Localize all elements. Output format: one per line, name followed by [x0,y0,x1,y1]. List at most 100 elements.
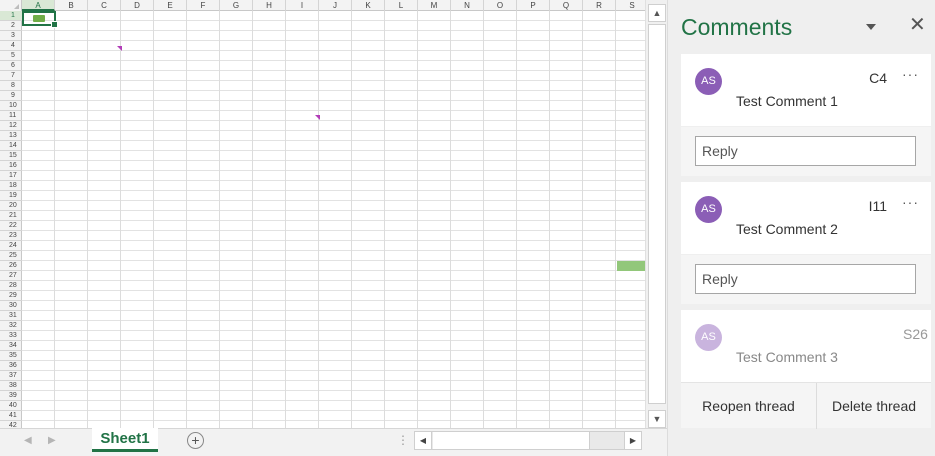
row-header-17[interactable]: 17 [0,171,22,181]
spreadsheet-grid[interactable]: ABCDEFGHIJKLMNOPQRS 1 2 3 4 5 6 7 8 9 10 11 12 13 14 1… [0,0,645,428]
comment-cell-ref[interactable]: S26 [903,326,931,342]
scroll-right-button[interactable]: ▶ [624,431,642,450]
row-header-32[interactable]: 32 [0,321,22,331]
cell-grid[interactable] [22,11,645,428]
column-header-c[interactable]: C [88,0,121,11]
row-header-10[interactable]: 10 [0,101,22,111]
row-header-33[interactable]: 33 [0,331,22,341]
tab-prev-icon[interactable]: ◀ [24,435,32,446]
close-icon[interactable]: ✕ [909,13,926,37]
sheet-tab[interactable]: Sheet1 [92,428,158,452]
row-header-11[interactable]: 11 [0,111,22,121]
comment-text: Test Comment 2 [736,221,838,237]
select-all-corner[interactable] [0,0,22,11]
column-header-bar: ABCDEFGHIJKLMNOPQRS [0,0,645,11]
row-header-40[interactable]: 40 [0,401,22,411]
chevron-down-icon[interactable] [866,24,876,30]
reply-area [681,127,931,176]
row-header-31[interactable]: 31 [0,311,22,321]
column-header-b[interactable]: B [55,0,88,11]
pane-title: Comments [681,14,793,40]
horizontal-scrollbar[interactable]: ◀ ▶ [414,431,642,450]
scroll-left-button[interactable]: ◀ [414,431,432,450]
row-header-35[interactable]: 35 [0,351,22,361]
column-header-s[interactable]: S [616,0,645,11]
row-header-12[interactable]: 12 [0,121,22,131]
row-header-3[interactable]: 3 [0,31,22,41]
reply-input[interactable] [695,136,916,166]
column-header-f[interactable]: F [187,0,220,11]
vertical-scrollbar[interactable]: ▲ ▼ [645,0,667,431]
comment-indicator-i11[interactable] [315,115,320,120]
tab-split-handle[interactable]: ⋮ [397,433,409,447]
reopen-thread-button[interactable]: Reopen thread [681,383,817,429]
row-header-1[interactable]: 1 [0,11,22,21]
column-header-r[interactable]: R [583,0,616,11]
row-header-28[interactable]: 28 [0,281,22,291]
row-header-16[interactable]: 16 [0,161,22,171]
tab-next-icon[interactable]: ▶ [48,435,56,446]
row-header-2[interactable]: 2 [0,21,22,31]
row-header-30[interactable]: 30 [0,301,22,311]
cell-s26-highlight[interactable] [617,261,645,271]
row-header-39[interactable]: 39 [0,391,22,401]
comment-cell-ref[interactable]: C4 [869,70,887,86]
column-header-a[interactable]: A [22,0,55,11]
row-header-19[interactable]: 19 [0,191,22,201]
vertical-scroll-thumb[interactable] [648,24,666,404]
row-header-26[interactable]: 26 [0,261,22,271]
scroll-down-button[interactable]: ▼ [648,410,666,428]
comment-card[interactable]: AS C4 ··· Test Comment 1 [681,54,931,126]
row-header-8[interactable]: 8 [0,81,22,91]
row-header-36[interactable]: 36 [0,361,22,371]
row-header-bar: 1 2 3 4 5 6 7 8 9 10 11 12 13 14 15 16 17 18 19 20 21 22 23 24 2… [0,11,22,428]
add-sheet-icon[interactable]: + [187,432,204,449]
row-header-15[interactable]: 15 [0,151,22,161]
comment-card[interactable]: AS I11 ··· Test Comment 2 [681,182,931,254]
comment-cell-ref[interactable]: I11 [869,198,887,214]
more-options-icon[interactable]: ··· [902,194,919,210]
comments-pane: Comments ✕ AS C4 ··· Test Comment 1 AS I… [667,0,935,456]
row-header-25[interactable]: 25 [0,251,22,261]
column-header-p[interactable]: P [517,0,550,11]
row-header-21[interactable]: 21 [0,211,22,221]
row-header-38[interactable]: 38 [0,381,22,391]
resolved-comment-card[interactable]: AS S26 Test Comment 3 [681,310,931,382]
row-header-42[interactable]: 42 [0,421,22,428]
column-header-m[interactable]: M [418,0,451,11]
row-header-7[interactable]: 7 [0,71,22,81]
row-header-41[interactable]: 41 [0,411,22,421]
row-header-34[interactable]: 34 [0,341,22,351]
delete-thread-button[interactable]: Delete thread [817,383,931,429]
column-header-q[interactable]: Q [550,0,583,11]
column-header-k[interactable]: K [352,0,385,11]
scroll-up-button[interactable]: ▲ [648,4,666,22]
column-header-e[interactable]: E [154,0,187,11]
column-header-g[interactable]: G [220,0,253,11]
column-header-d[interactable]: D [121,0,154,11]
column-header-l[interactable]: L [385,0,418,11]
row-header-23[interactable]: 23 [0,231,22,241]
row-header-13[interactable]: 13 [0,131,22,141]
more-options-icon[interactable]: ··· [902,66,919,82]
reply-input[interactable] [695,264,916,294]
row-header-14[interactable]: 14 [0,141,22,151]
column-header-j[interactable]: J [319,0,352,11]
column-header-i[interactable]: I [286,0,319,11]
row-header-24[interactable]: 24 [0,241,22,251]
row-header-20[interactable]: 20 [0,201,22,211]
row-header-6[interactable]: 6 [0,61,22,71]
row-header-4[interactable]: 4 [0,41,22,51]
horizontal-scroll-thumb[interactable] [433,432,590,449]
row-header-5[interactable]: 5 [0,51,22,61]
comment-indicator-c4[interactable] [117,46,122,51]
row-header-18[interactable]: 18 [0,181,22,191]
row-header-27[interactable]: 27 [0,271,22,281]
column-header-o[interactable]: O [484,0,517,11]
row-header-37[interactable]: 37 [0,371,22,381]
column-header-h[interactable]: H [253,0,286,11]
row-header-9[interactable]: 9 [0,91,22,101]
row-header-22[interactable]: 22 [0,221,22,231]
column-header-n[interactable]: N [451,0,484,11]
row-header-29[interactable]: 29 [0,291,22,301]
